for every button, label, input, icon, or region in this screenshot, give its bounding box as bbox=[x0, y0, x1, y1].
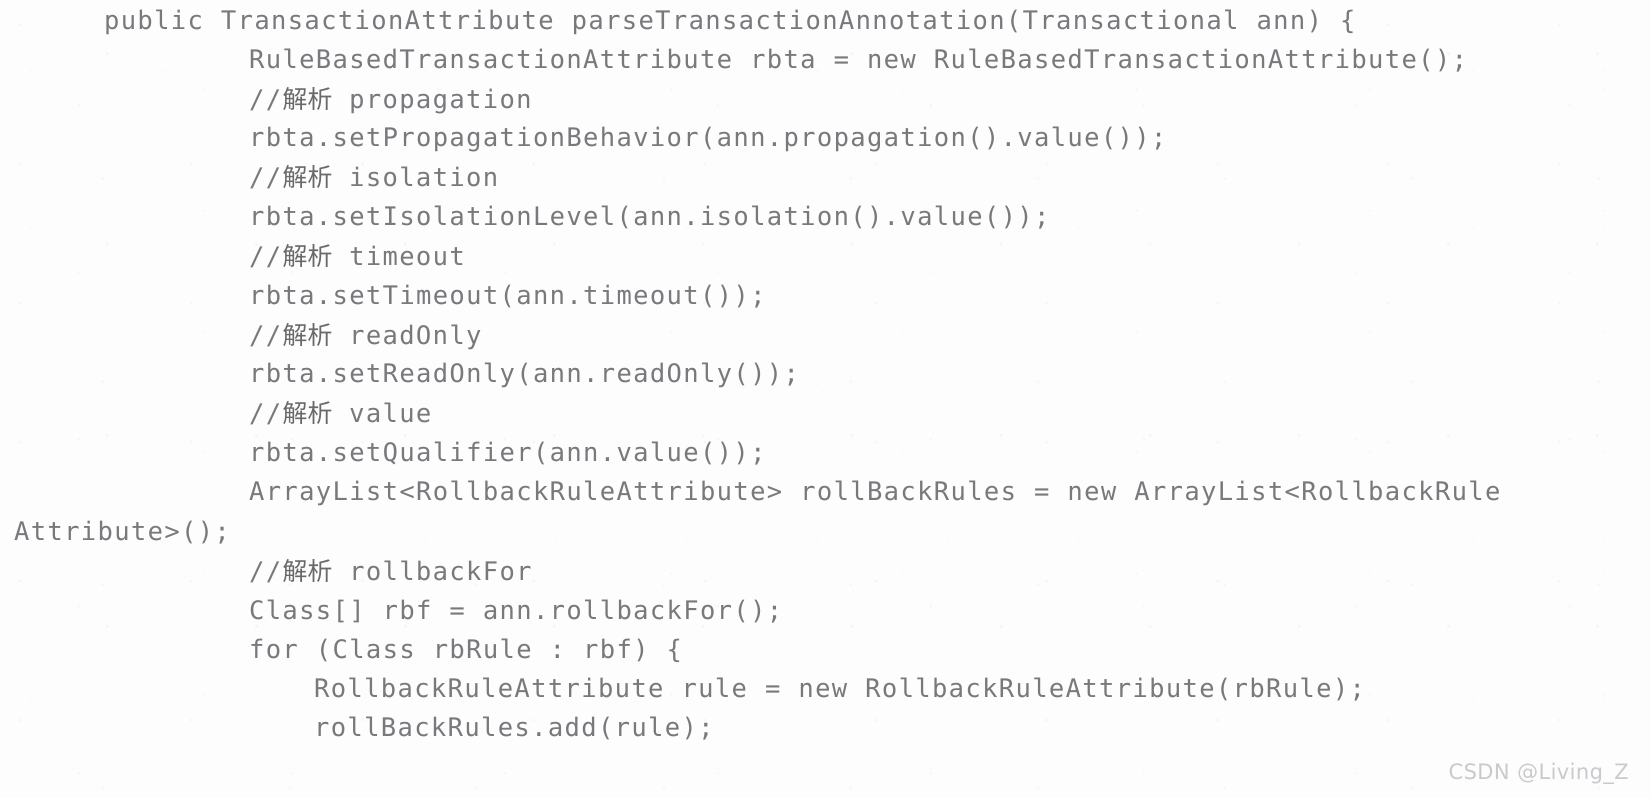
code-text: value bbox=[332, 399, 433, 429]
code-line: RuleBasedTransactionAttribute rbta = new… bbox=[249, 45, 1469, 75]
code-text: // bbox=[249, 399, 283, 429]
code-text: // bbox=[249, 163, 283, 193]
code-line: rbta.setPropagationBehavior(ann.propagat… bbox=[249, 123, 1168, 153]
code-line: //解析 value bbox=[249, 394, 1651, 433]
code-line: rbta.setReadOnly(ann.readOnly()); bbox=[249, 359, 801, 389]
code-line: //解析 readOnly bbox=[249, 316, 1651, 355]
code-screenshot-page: public TransactionAttribute parseTransac… bbox=[0, 0, 1651, 798]
code-text: isolation bbox=[332, 163, 500, 193]
code-line: //解析 rollbackFor bbox=[249, 552, 1651, 591]
code-line: Attribute>(); bbox=[14, 517, 232, 547]
code-text: // bbox=[249, 321, 283, 351]
code-line: public TransactionAttribute parseTransac… bbox=[104, 6, 1357, 36]
cjk-comment-text: 解析 bbox=[282, 399, 333, 428]
cjk-comment-text: 解析 bbox=[282, 163, 333, 192]
code-text: timeout bbox=[332, 242, 467, 272]
cjk-comment-text: 解析 bbox=[282, 321, 333, 350]
code-text: // bbox=[249, 85, 283, 115]
csdn-watermark: CSDN @Living_Z bbox=[1448, 760, 1629, 784]
code-line: Class[] rbf = ann.rollbackFor(); bbox=[249, 596, 784, 626]
code-text: readOnly bbox=[332, 321, 483, 351]
code-line: rbta.setQualifier(ann.value()); bbox=[249, 438, 767, 468]
code-text: propagation bbox=[332, 85, 533, 115]
code-text: // bbox=[249, 557, 283, 587]
code-text: rollbackFor bbox=[332, 557, 533, 587]
code-line: ArrayList<RollbackRuleAttribute> rollBac… bbox=[249, 477, 1502, 507]
code-block: public TransactionAttribute parseTransac… bbox=[0, 0, 1651, 798]
code-line: for (Class rbRule : rbf) { bbox=[249, 635, 684, 665]
cjk-comment-text: 解析 bbox=[282, 242, 333, 271]
code-text: // bbox=[249, 242, 283, 272]
cjk-comment-text: 解析 bbox=[282, 85, 333, 114]
code-line: RollbackRuleAttribute rule = new Rollbac… bbox=[314, 674, 1367, 704]
code-line: rbta.setTimeout(ann.timeout()); bbox=[249, 281, 767, 311]
code-line: //解析 isolation bbox=[249, 158, 1651, 197]
code-line: rbta.setIsolationLevel(ann.isolation().v… bbox=[249, 202, 1051, 232]
code-line: rollBackRules.add(rule); bbox=[314, 713, 715, 743]
code-line: //解析 timeout bbox=[249, 237, 1651, 276]
cjk-comment-text: 解析 bbox=[282, 557, 333, 586]
code-line: //解析 propagation bbox=[249, 80, 1651, 119]
